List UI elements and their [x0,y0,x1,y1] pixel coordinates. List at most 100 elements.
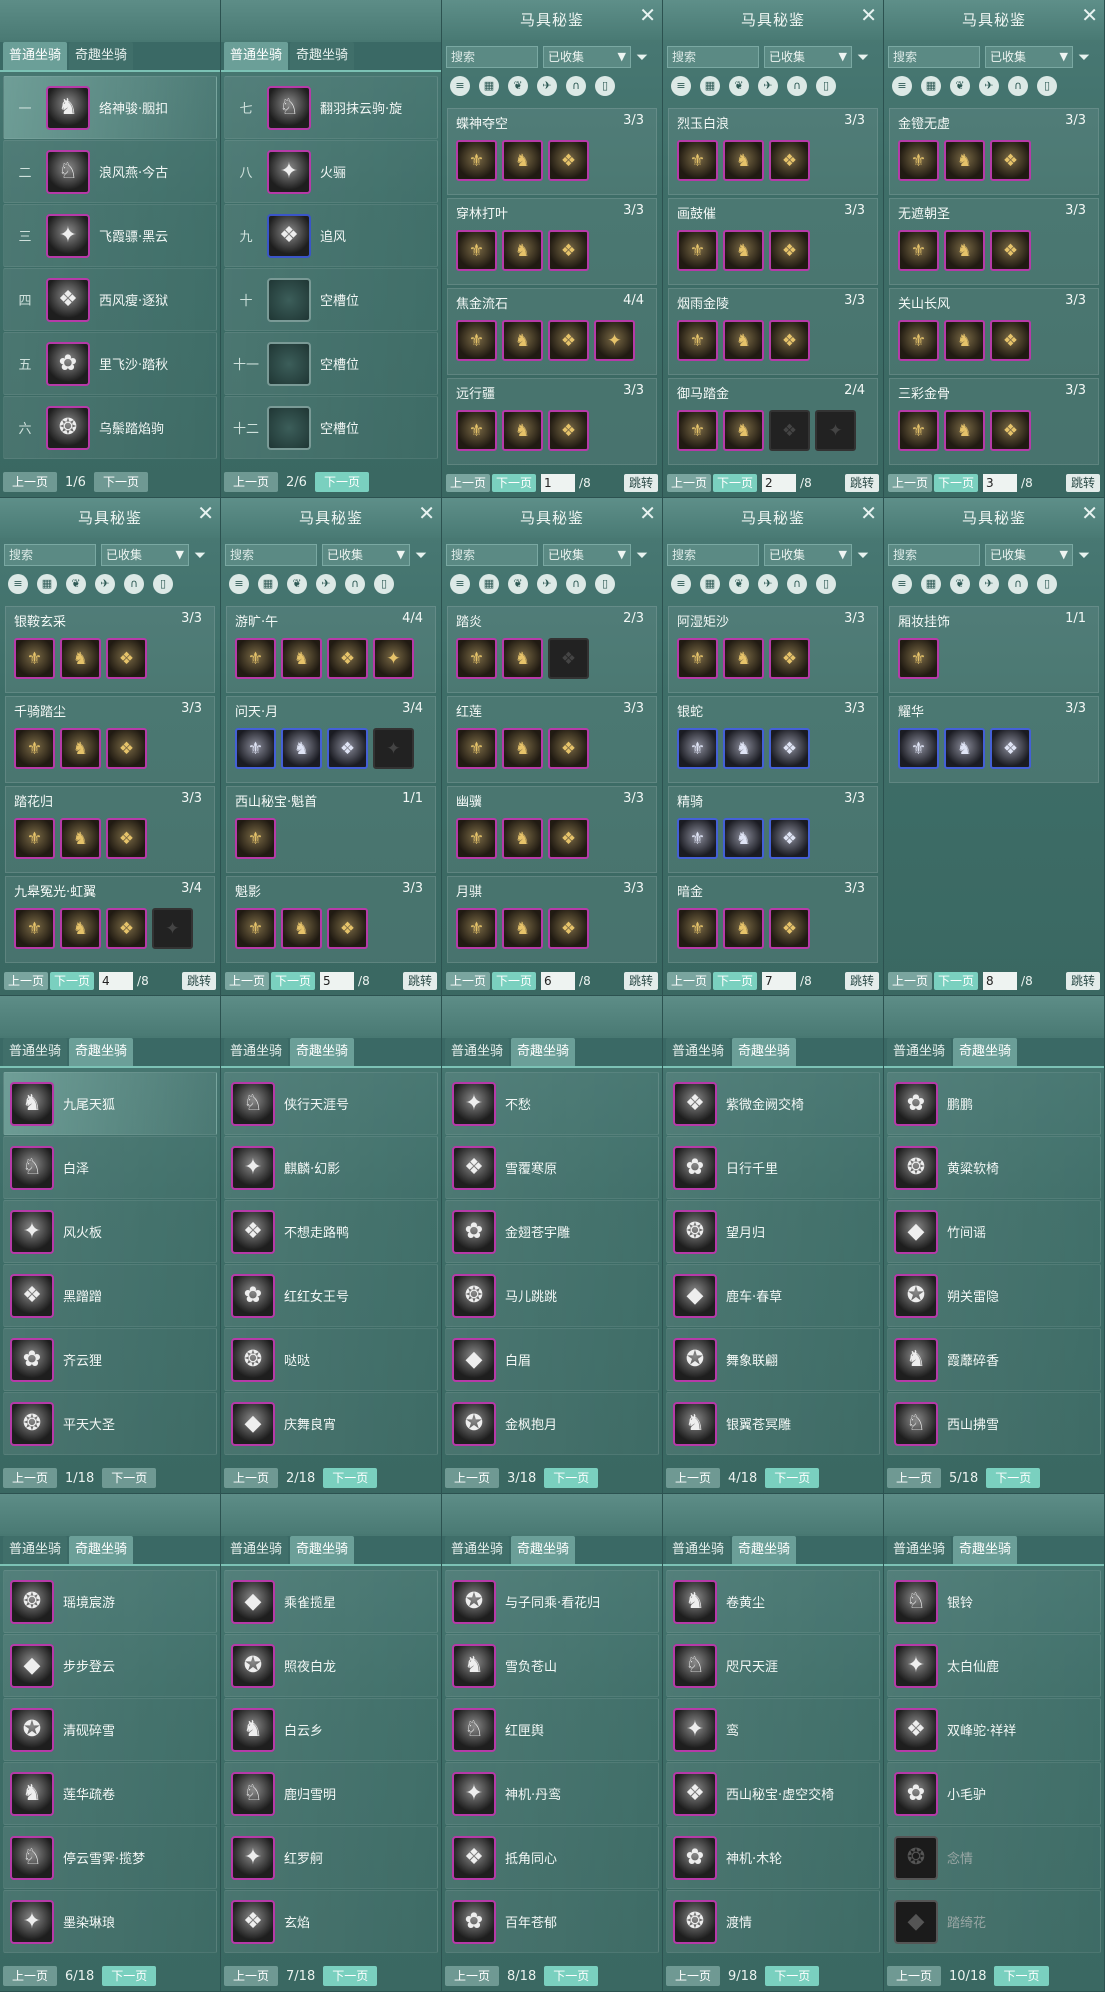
all-icon[interactable]: ≡ [892,574,912,594]
funnel-icon[interactable]: ⏷ [194,546,206,564]
tack-item-icon[interactable]: ❖ [548,320,589,361]
mount-row[interactable]: ❂ 黄粱软椅 [887,1136,1101,1199]
horseshoe-icon[interactable]: ∩ [1008,76,1028,96]
tack-set-card[interactable]: 烟雨金陵 3/3 ⚜ ♞ ❖ [668,288,878,375]
page-number-input[interactable]: 1 [541,474,576,492]
mount-row[interactable]: 六 ❂ 乌鬃踏焰驹 [3,396,217,459]
tack-item-icon[interactable]: ♞ [60,908,101,949]
tab-fun-mounts[interactable]: 奇趣坐骑 [511,1038,576,1066]
next-page-button[interactable]: 下一页 [994,1966,1049,1986]
all-icon[interactable]: ≡ [892,76,912,96]
search-input[interactable]: 搜索 [225,544,317,566]
mount-row[interactable]: ❖ 双峰驼·祥祥 [887,1698,1101,1761]
tack-item-icon[interactable]: ⚜ [898,230,939,271]
jump-button[interactable]: 跳转 [623,972,658,990]
mount-row[interactable]: ❂ 哒哒 [224,1328,438,1391]
tack-set-card[interactable]: 银蛇 3/3 ⚜ ♞ ❖ [668,696,878,783]
close-icon[interactable]: ✕ [418,498,435,528]
tab-fun-mounts[interactable]: 奇趣坐骑 [69,1536,134,1564]
stirrup-icon[interactable]: ▯ [1037,76,1057,96]
horseshoe-icon[interactable]: ∩ [124,574,144,594]
all-icon[interactable]: ≡ [671,76,691,96]
mount-row[interactable]: ♘ 红匣舆 [445,1698,659,1761]
close-icon[interactable]: ✕ [639,498,656,528]
mount-row[interactable]: ❂ 平天大圣 [3,1392,217,1455]
tab-fun-mounts[interactable]: 奇趣坐骑 [511,1536,576,1564]
tack-item-icon[interactable]: ❖ [548,818,589,859]
horseshoe-icon[interactable]: ∩ [345,574,365,594]
tack-item-icon[interactable]: ⚜ [898,320,939,361]
tack-item-icon[interactable]: ♞ [502,638,543,679]
mount-row[interactable]: ✪ 照夜白龙 [224,1634,438,1697]
tack-item-icon[interactable]: ♞ [502,410,543,451]
tack-set-card[interactable]: 问天·月 3/4 ⚜ ♞ ❖ ✦ [226,696,436,783]
tack-item-icon[interactable]: ❖ [769,230,810,271]
tack-item-icon[interactable]: ⚜ [677,230,718,271]
next-page-button[interactable]: 下一页 [271,972,316,990]
collected-filter-select[interactable]: 已收集 ▼ [764,46,852,68]
stirrup-icon[interactable]: ▯ [1037,574,1057,594]
tack-item-icon[interactable]: ⚜ [677,410,718,451]
mount-row[interactable]: ♞ 白云乡 [224,1698,438,1761]
tack-set-card[interactable]: 游旷·午 4/4 ⚜ ♞ ❖ ✦ [226,606,436,693]
collected-filter-select[interactable]: 已收集 ▼ [985,544,1073,566]
tack-set-card[interactable]: 远行疆 3/3 ⚜ ♞ ❖ [447,378,657,465]
tack-item-icon[interactable]: ⚜ [235,908,276,949]
search-input[interactable]: 搜索 [667,46,759,68]
wing-icon[interactable]: ✈ [316,574,336,594]
mount-row[interactable]: ✿ 神机·木轮 [666,1826,880,1889]
funnel-icon[interactable]: ⏷ [1078,546,1090,564]
mount-row[interactable]: 二 ♘ 浪风燕·今古 [3,140,217,203]
next-page-button[interactable]: 下一页 [102,1468,157,1488]
mount-row[interactable]: ❂ 瑶境宸游 [3,1570,217,1633]
tack-item-icon[interactable]: ⚜ [235,728,276,769]
prev-page-button[interactable]: 上一页 [888,972,933,990]
mount-row[interactable]: ✦ 红罗舸 [224,1826,438,1889]
next-page-button[interactable]: 下一页 [713,972,758,990]
mount-row[interactable]: ♞ 霞蘼碎香 [887,1328,1101,1391]
close-icon[interactable]: ✕ [639,0,656,30]
funnel-icon[interactable]: ⏷ [636,48,648,66]
tack-item-icon[interactable]: ❖ [327,908,368,949]
tack-set-card[interactable]: 暗金 3/3 ⚜ ♞ ❖ [668,876,878,963]
funnel-icon[interactable]: ⏷ [636,546,648,564]
tack-item-icon[interactable]: ✦ [152,908,193,949]
stirrup-icon[interactable]: ▯ [816,76,836,96]
tack-item-icon[interactable]: ♞ [60,728,101,769]
mount-row[interactable]: ❂ 望月归 [666,1200,880,1263]
tack-set-card[interactable]: 阿湿矩沙 3/3 ⚜ ♞ ❖ [668,606,878,693]
next-page-button[interactable]: 下一页 [50,972,95,990]
tack-set-card[interactable]: 蝶神夺空 3/3 ⚜ ♞ ❖ [447,108,657,195]
saddle-icon[interactable]: ❦ [287,574,307,594]
tack-item-icon[interactable]: ❖ [548,908,589,949]
prev-page-button[interactable]: 上一页 [3,472,58,492]
tab-fun-mounts[interactable]: 奇趣坐骑 [953,1038,1018,1066]
mount-row[interactable]: ❂ 念情 [887,1826,1101,1889]
next-page-button[interactable]: 下一页 [492,972,537,990]
prev-page-button[interactable]: 上一页 [666,1468,721,1488]
close-icon[interactable]: ✕ [197,498,214,528]
mount-row[interactable]: ✿ 红红女王号 [224,1264,438,1327]
search-input[interactable]: 搜索 [667,544,759,566]
prev-page-button[interactable]: 上一页 [224,1468,279,1488]
tack-item-icon[interactable]: ♞ [281,638,322,679]
mount-row[interactable]: ✦ 不愁 [445,1072,659,1135]
mount-row[interactable]: 一 ♞ 络神骏·胭扣 [3,76,217,139]
all-icon[interactable]: ≡ [450,76,470,96]
tack-item-icon[interactable]: ❖ [106,638,147,679]
tack-item-icon[interactable]: ⚜ [677,140,718,181]
collected-filter-select[interactable]: 已收集 ▼ [101,544,189,566]
tack-item-icon[interactable]: ⚜ [456,230,497,271]
saddle-icon[interactable]: ❦ [950,76,970,96]
tack-set-card[interactable]: 金镫无虚 3/3 ⚜ ♞ ❖ [889,108,1099,195]
tack-item-icon[interactable]: ♞ [502,140,543,181]
tack-item-icon[interactable]: ⚜ [14,638,55,679]
tack-item-icon[interactable]: ♞ [502,908,543,949]
prev-page-button[interactable]: 上一页 [4,972,49,990]
mount-row[interactable]: ✪ 朔关雷隐 [887,1264,1101,1327]
jump-button[interactable]: 跳转 [1065,972,1100,990]
wing-icon[interactable]: ✈ [758,76,778,96]
mount-row[interactable]: ✪ 金枫抱月 [445,1392,659,1455]
wing-icon[interactable]: ✈ [537,76,557,96]
page-number-input[interactable]: 4 [99,972,134,990]
